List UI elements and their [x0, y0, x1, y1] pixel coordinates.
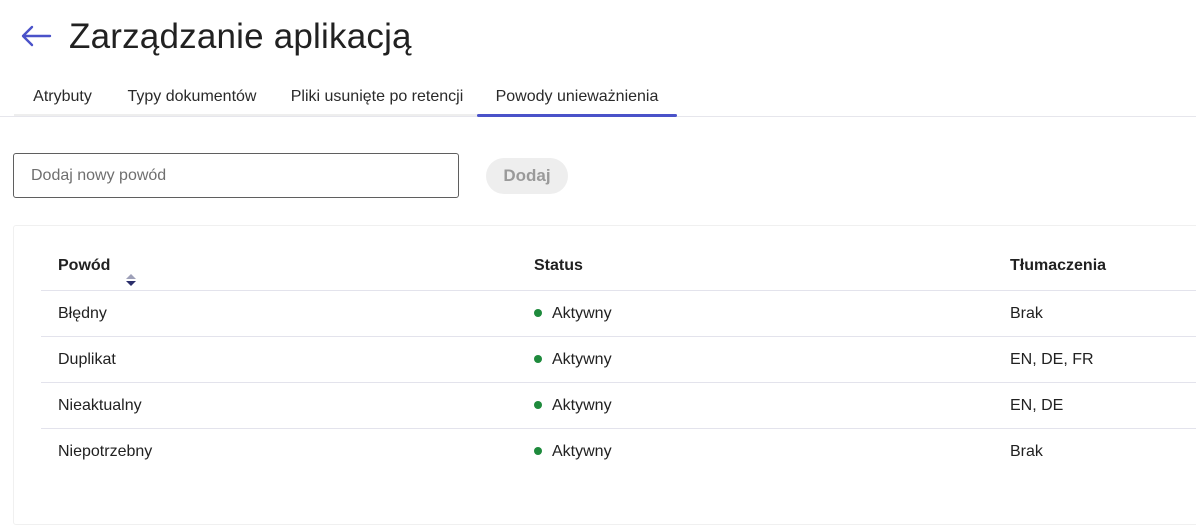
column-header-reason[interactable]: Powód — [58, 240, 137, 291]
arrow-left-icon — [21, 25, 52, 47]
translations-cell: EN, DE — [1010, 397, 1064, 414]
translations-cell: EN, DE, FR — [1010, 351, 1094, 368]
column-header-label: Powód — [58, 257, 111, 274]
status-cell: Aktywny — [534, 429, 612, 475]
page-title: Zarządzanie aplikacją — [69, 17, 412, 56]
reason-cell: Niepotrzebny — [58, 443, 153, 460]
reason-cell: Nieaktualny — [58, 397, 142, 414]
table-row[interactable]: Błędny Aktywny Brak — [41, 291, 1196, 337]
new-reason-input[interactable] — [13, 153, 459, 198]
tab-atrybuty[interactable]: Atrybuty — [19, 76, 106, 117]
reason-cell: Błędny — [58, 305, 107, 322]
table-row[interactable]: Niepotrzebny Aktywny Brak — [41, 429, 1196, 475]
tab-pliki-usuniete[interactable]: Pliki usunięte po retencji — [278, 76, 476, 117]
back-button[interactable] — [20, 22, 52, 50]
tab-bar: Atrybuty Typy dokumentów Pliki usunięte … — [0, 76, 1196, 117]
column-header-translations: Tłumaczenia — [1010, 257, 1107, 274]
table-row[interactable]: Duplikat Aktywny EN, DE, FR — [41, 337, 1196, 383]
column-header-status: Status — [534, 257, 583, 274]
table-row[interactable]: Nieaktualny Aktywny EN, DE — [41, 383, 1196, 429]
reasons-table: Powód Status Tłumaczenia Błędny Aktywny … — [41, 240, 1196, 475]
status-dot-icon — [534, 400, 542, 409]
status-label: Aktywny — [552, 305, 612, 322]
table-header: Powód Status Tłumaczenia — [41, 240, 1196, 291]
tab-typy-dokumentow[interactable]: Typy dokumentów — [114, 76, 270, 117]
translations-cell: Brak — [1010, 443, 1043, 460]
status-label: Aktywny — [552, 351, 612, 368]
status-label: Aktywny — [552, 443, 612, 460]
status-dot-icon — [534, 308, 542, 317]
reason-cell: Duplikat — [58, 351, 116, 368]
sort-icon[interactable] — [125, 257, 137, 286]
status-dot-icon — [534, 446, 542, 455]
status-label: Aktywny — [552, 397, 612, 414]
status-cell: Aktywny — [534, 291, 612, 337]
translations-cell: Brak — [1010, 305, 1043, 322]
status-cell: Aktywny — [534, 337, 612, 383]
tab-powody-uniewaznienia[interactable]: Powody unieważnienia — [477, 76, 677, 117]
status-cell: Aktywny — [534, 383, 612, 429]
status-dot-icon — [534, 354, 542, 363]
page-header: Zarządzanie aplikacją — [0, 0, 1196, 76]
add-button[interactable]: Dodaj — [486, 158, 568, 194]
